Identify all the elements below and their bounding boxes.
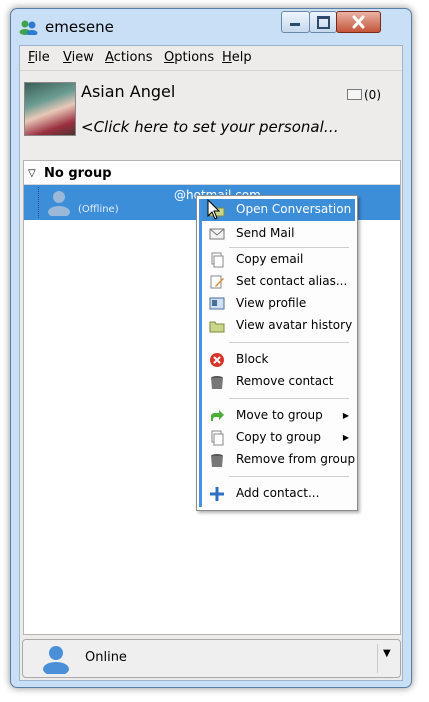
menu-label: Open Conversation <box>236 202 352 216</box>
menu-add-contact[interactable]: Add contact... <box>202 483 355 505</box>
menu-label: Copy email <box>236 252 304 266</box>
copy-icon <box>211 430 224 446</box>
status-label: Online <box>85 650 127 665</box>
menu-set-alias[interactable]: Set contact alias... <box>202 271 355 293</box>
group-header[interactable]: ▽ No group <box>24 164 400 185</box>
nickname[interactable]: Asian Angel <box>81 82 175 101</box>
emesene-logo-icon <box>19 20 38 35</box>
online-status-icon <box>43 646 69 674</box>
personal-message[interactable]: <Click here to set your personal… <box>81 118 339 136</box>
chevron-down-icon[interactable]: ▼ <box>383 648 391 659</box>
menu-label: Add contact... <box>236 486 320 500</box>
mail-icon[interactable] <box>347 89 362 100</box>
move-arrow-icon <box>211 410 224 421</box>
offline-avatar-icon <box>48 191 70 216</box>
menu-bar: File View Actions Options Help <box>20 46 402 71</box>
menu-separator <box>229 476 349 477</box>
mail-count[interactable]: (0) <box>364 88 381 102</box>
minimize-icon <box>290 23 300 26</box>
maximize-icon <box>317 16 330 29</box>
menu-label: Set contact alias... <box>236 274 348 288</box>
menu-remove-from-group[interactable]: Remove from group <box>202 449 355 471</box>
status-selector[interactable]: Online ▼ <box>22 639 401 678</box>
close-button[interactable] <box>336 11 381 33</box>
block-icon <box>210 353 224 367</box>
divider <box>377 644 378 673</box>
menu-copy-to-group[interactable]: Copy to group ▶ <box>202 427 355 449</box>
submenu-arrow-icon: ▶ <box>342 411 349 420</box>
avatar[interactable] <box>24 82 76 136</box>
menu-options[interactable]: Options <box>164 50 214 65</box>
close-icon <box>352 15 365 29</box>
menu-label: Send Mail <box>236 226 295 240</box>
menu-separator <box>229 247 349 248</box>
folder-icon <box>209 321 225 333</box>
tree-line <box>38 187 40 218</box>
menu-separator <box>229 398 349 399</box>
trash-icon <box>211 454 223 467</box>
pencil-icon <box>210 275 224 289</box>
contact-status: (Offline) <box>78 204 119 215</box>
profile-panel: Asian Angel (0) <Click here to set your … <box>20 72 402 152</box>
submenu-arrow-icon: ▶ <box>342 433 349 442</box>
menu-file[interactable]: File <box>28 50 50 65</box>
menu-actions[interactable]: Actions <box>105 50 153 65</box>
menu-open-conversation[interactable]: Open Conversation <box>202 199 355 221</box>
menu-view-profile[interactable]: View profile <box>202 293 355 315</box>
mail-icon <box>209 228 225 240</box>
contact-context-menu: Open Conversation Send Mail Copy email S… <box>196 195 358 511</box>
menu-view-avatar-history[interactable]: View avatar history <box>202 315 355 337</box>
group-name: No group <box>44 166 112 181</box>
menu-remove-contact[interactable]: Remove contact <box>202 371 355 393</box>
menu-help[interactable]: Help <box>222 50 252 65</box>
maximize-button[interactable] <box>309 11 337 33</box>
window-title: emesene <box>45 18 114 36</box>
plus-icon <box>210 487 224 501</box>
menu-separator <box>229 342 349 343</box>
menu-label: View avatar history <box>236 318 353 332</box>
menu-copy-email[interactable]: Copy email <box>202 249 355 271</box>
menu-move-to-group[interactable]: Move to group ▶ <box>202 405 355 427</box>
menu-label: Remove from group <box>236 452 356 466</box>
menu-label: Remove contact <box>236 374 334 388</box>
minimize-button[interactable] <box>281 11 310 33</box>
menu-label: Move to group <box>236 408 323 422</box>
menu-block[interactable]: Block <box>202 349 355 371</box>
profile-icon <box>209 297 225 310</box>
trash-icon <box>211 376 223 389</box>
menu-label: Copy to group <box>236 430 321 444</box>
copy-icon <box>211 252 224 268</box>
expand-arrow-icon[interactable]: ▽ <box>28 168 36 179</box>
title-bar[interactable]: emesene <box>11 9 411 43</box>
menu-label: Block <box>236 352 269 366</box>
mouse-cursor-icon <box>207 199 221 220</box>
menu-view[interactable]: View <box>63 50 94 65</box>
menu-label: View profile <box>236 296 307 310</box>
menu-send-mail[interactable]: Send Mail <box>202 223 355 245</box>
